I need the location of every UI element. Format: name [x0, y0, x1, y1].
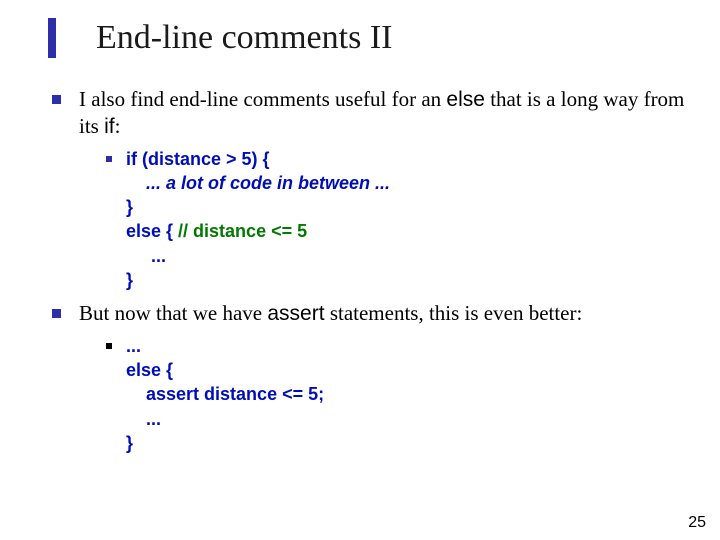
code1-l2: ... a lot of code in between ... — [126, 171, 390, 195]
title-bar: End-line comments II — [0, 0, 720, 58]
page-number: 25 — [688, 514, 706, 532]
content-area: I also find end-line comments useful for… — [0, 58, 720, 455]
code2-l2: else { — [126, 358, 324, 382]
p1-code-if: if — [104, 115, 115, 138]
bullet-2: But now that we have assert statements, … — [52, 300, 690, 327]
p1-part-c: : — [115, 114, 121, 138]
code-block-2: ... else { assert distance <= 5; ... } — [106, 334, 690, 455]
bullet-1: I also find end-line comments useful for… — [52, 86, 690, 141]
code2-l5: } — [126, 431, 324, 455]
bullet-icon — [52, 309, 61, 318]
slide-title: End-line comments II — [96, 19, 392, 57]
bullet-1-text: I also find end-line comments useful for… — [79, 86, 690, 141]
p1-code-else: else — [446, 88, 485, 111]
code2-l4: ... — [126, 407, 324, 431]
bullet-icon — [52, 95, 61, 104]
code2-l1: ... — [126, 334, 324, 358]
code1-l5: ... — [126, 244, 390, 268]
bullet-icon — [106, 343, 112, 349]
bullet-2-text: But now that we have assert statements, … — [79, 300, 582, 327]
p2-part-b: statements, this is even better: — [325, 301, 583, 325]
code1-l4: else { // distance <= 5 — [126, 219, 390, 243]
code1-comment: // distance <= 5 — [178, 221, 307, 241]
title-accent — [48, 18, 56, 58]
p2-part-a: But now that we have — [79, 301, 267, 325]
code1-l6: } — [126, 268, 390, 292]
p1-part-a: I also find end-line comments useful for… — [79, 87, 446, 111]
code-block-1: if (distance > 5) { ... a lot of code in… — [106, 147, 690, 293]
code1-l1: if (distance > 5) { — [126, 147, 390, 171]
p2-code-assert: assert — [267, 302, 324, 325]
bullet-icon — [106, 156, 112, 162]
code2-l3: assert distance <= 5; — [126, 382, 324, 406]
code1-l3: } — [126, 195, 390, 219]
